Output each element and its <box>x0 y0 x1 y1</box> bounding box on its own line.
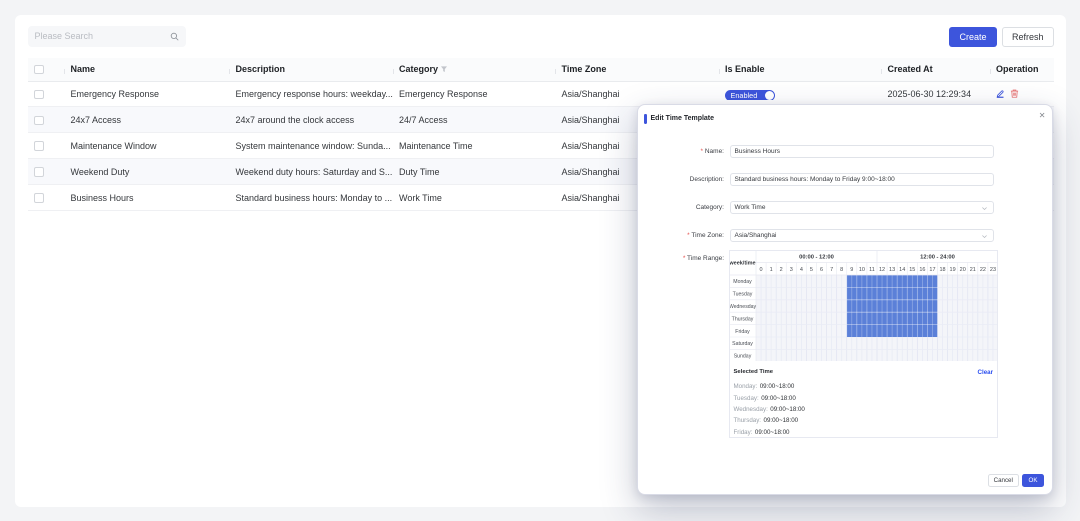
svg-text:22: 22 <box>979 266 985 272</box>
svg-text:5: 5 <box>809 266 812 272</box>
svg-text:18: 18 <box>939 266 945 272</box>
svg-text:11: 11 <box>869 266 875 272</box>
svg-text:16: 16 <box>919 266 925 272</box>
svg-text:8: 8 <box>840 266 843 272</box>
svg-text:2: 2 <box>779 266 782 272</box>
svg-text:23: 23 <box>989 266 995 272</box>
svg-text:6: 6 <box>820 266 823 272</box>
svg-text:1: 1 <box>769 266 772 272</box>
svg-text:0: 0 <box>759 266 762 272</box>
svg-text:Wednesday: Wednesday <box>729 303 757 309</box>
svg-text:4: 4 <box>799 266 802 272</box>
svg-text:7: 7 <box>830 266 833 272</box>
svg-text:Tuesday: Tuesday <box>732 291 752 297</box>
svg-text:Friday: Friday <box>735 328 750 334</box>
svg-text:20: 20 <box>959 266 965 272</box>
svg-text:Monday: Monday <box>733 279 752 285</box>
svg-text:week/time: week/time <box>729 260 756 266</box>
svg-text:Sunday: Sunday <box>733 353 751 359</box>
svg-text:12:00 - 24:00: 12:00 - 24:00 <box>920 254 955 260</box>
svg-text:Saturday: Saturday <box>732 341 753 347</box>
svg-text:13: 13 <box>889 266 895 272</box>
svg-text:21: 21 <box>969 266 975 272</box>
svg-text:10: 10 <box>858 266 864 272</box>
svg-text:00:00 - 12:00: 00:00 - 12:00 <box>799 254 834 260</box>
svg-text:9: 9 <box>850 266 853 272</box>
svg-text:15: 15 <box>909 266 915 272</box>
svg-text:12: 12 <box>878 266 884 272</box>
svg-text:14: 14 <box>899 266 905 272</box>
svg-text:19: 19 <box>949 266 955 272</box>
svg-text:17: 17 <box>929 266 935 272</box>
svg-text:3: 3 <box>789 266 792 272</box>
svg-text:Thursday: Thursday <box>731 316 753 322</box>
